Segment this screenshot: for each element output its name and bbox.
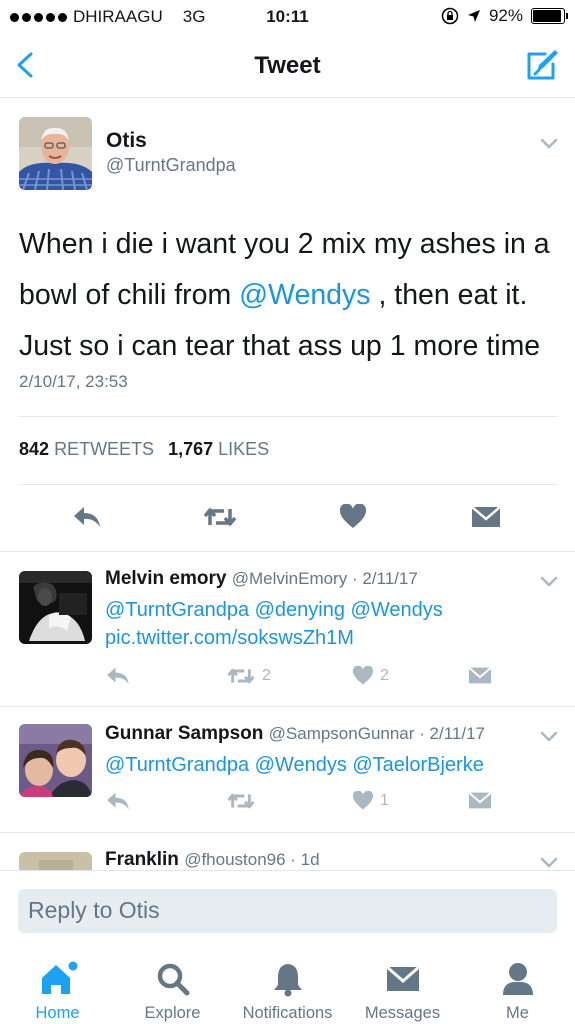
compose-tweet-icon[interactable] [525, 46, 561, 82]
retweet-icon [227, 793, 255, 809]
retweet-count[interactable]: 842 RETWEETS [19, 439, 154, 460]
heart-icon [352, 791, 374, 810]
retweet-button[interactable] [200, 499, 240, 535]
reply-tweet[interactable]: Franklin @fhouston96 · 1d [0, 833, 575, 870]
tab-home[interactable]: Home [0, 960, 115, 1023]
reply-author-meta: @fhouston96 · 1d [184, 850, 320, 869]
retweet-button[interactable] [226, 791, 262, 811]
like-count[interactable]: 1,767 LIKES [168, 439, 269, 460]
divider [19, 484, 557, 485]
avatar[interactable] [19, 571, 92, 644]
separator [0, 551, 575, 552]
like-count-label: LIKES [218, 439, 270, 459]
battery-percent: 92% [488, 6, 523, 25]
avatar[interactable] [19, 117, 92, 190]
tab-label: Explore [144, 1004, 201, 1022]
person-icon [502, 963, 533, 995]
nav-bar: Tweet [0, 34, 575, 98]
tab-explore[interactable]: Explore [115, 960, 230, 1023]
reply-composer-bar: Reply to Otis [0, 870, 575, 948]
tweet-stats: 842 RETWEETS 1,767 LIKES [19, 439, 269, 460]
envelope-icon [468, 791, 492, 809]
tab-messages[interactable]: Messages [345, 960, 460, 1023]
avatar[interactable] [19, 852, 92, 870]
reply-button[interactable] [67, 499, 107, 535]
search-icon [157, 963, 189, 996]
like-count-value: 1,767 [168, 439, 214, 459]
retweet-icon [227, 668, 255, 684]
direct-message-button[interactable] [466, 499, 506, 535]
tab-bar: Home Explore Notifications Messages Me [0, 948, 575, 1024]
reply-author-name[interactable]: Gunnar Sampson [105, 723, 263, 744]
reply-button[interactable] [105, 666, 131, 686]
direct-message-button[interactable] [468, 791, 492, 810]
reply-actions: 2 2 [0, 666, 575, 694]
like-button[interactable]: 1 [352, 791, 389, 811]
retweet-button[interactable]: 2 [226, 666, 271, 686]
reply-author-meta: @MelvinEmory · 2/11/17 [231, 569, 418, 588]
heart-icon [352, 666, 374, 685]
retweet-count-label: RETWEETS [54, 439, 155, 459]
tab-label: Home [35, 1004, 80, 1022]
reply-text[interactable]: @TurntGrandpa @denying @Wendys pic.twitt… [105, 596, 545, 652]
like-button[interactable]: 2 [352, 666, 389, 686]
like-count: 2 [380, 667, 389, 684]
retweet-count: 2 [262, 667, 271, 684]
chevron-down-icon[interactable] [540, 857, 558, 869]
reply-button[interactable] [105, 791, 131, 811]
tab-label: Messages [364, 1004, 441, 1022]
separator [0, 706, 575, 707]
status-bar: DHIRAAGU 3G 10:11 92% [0, 0, 575, 34]
rotation-lock-icon [441, 7, 459, 25]
envelope-icon [468, 666, 492, 684]
status-right: 92% [441, 6, 568, 26]
tab-label: Notifications [242, 1004, 333, 1022]
chevron-down-icon[interactable] [540, 576, 558, 588]
reply-icon [74, 507, 100, 527]
envelope-icon [471, 506, 501, 527]
reply-icon [107, 667, 129, 685]
direct-message-button[interactable] [468, 666, 492, 685]
chevron-down-icon[interactable] [540, 731, 558, 743]
home-icon [41, 961, 77, 994]
page-title: Tweet [254, 52, 321, 79]
retweet-count-value: 842 [19, 439, 50, 459]
reply-header: Melvin emory @MelvinEmory · 2/11/17 [105, 568, 418, 590]
like-button[interactable] [333, 499, 373, 535]
reply-input[interactable]: Reply to Otis [18, 889, 557, 933]
divider [19, 416, 557, 417]
reply-actions: 1 [0, 791, 575, 819]
avatar[interactable] [19, 724, 92, 797]
mention-link[interactable]: @Wendys [239, 279, 370, 311]
reply-header: Gunnar Sampson @SampsonGunnar · 2/11/17 [105, 723, 485, 745]
tab-me[interactable]: Me [460, 960, 575, 1023]
tweet-actions [0, 499, 575, 535]
retweet-icon [203, 508, 237, 526]
author-handle[interactable]: @TurntGrandpa [106, 155, 236, 176]
reply-icon [107, 792, 129, 810]
chevron-down-icon[interactable] [540, 138, 558, 150]
tweet-text: When i die i want you 2 mix my ashes in … [19, 219, 564, 372]
like-count: 1 [380, 792, 389, 809]
heart-icon [339, 504, 367, 528]
reply-author-meta: @SampsonGunnar · 2/11/17 [268, 724, 485, 743]
bell-icon [273, 964, 302, 997]
envelope-icon [385, 965, 420, 991]
author-name[interactable]: Otis [106, 129, 147, 153]
reply-author-name[interactable]: Franklin [105, 849, 179, 870]
reply-header: Franklin @fhouston96 · 1d [105, 849, 320, 870]
battery-icon [531, 8, 568, 24]
reply-text[interactable]: @TurntGrandpa @Wendys @TaelorBjerke [105, 751, 545, 779]
tab-notifications[interactable]: Notifications [230, 960, 345, 1023]
tab-label: Me [506, 1004, 529, 1022]
reply-author-name[interactable]: Melvin emory [105, 568, 226, 589]
tweet-timestamp: 2/10/17, 23:53 [19, 372, 128, 391]
location-arrow-icon [467, 10, 480, 22]
